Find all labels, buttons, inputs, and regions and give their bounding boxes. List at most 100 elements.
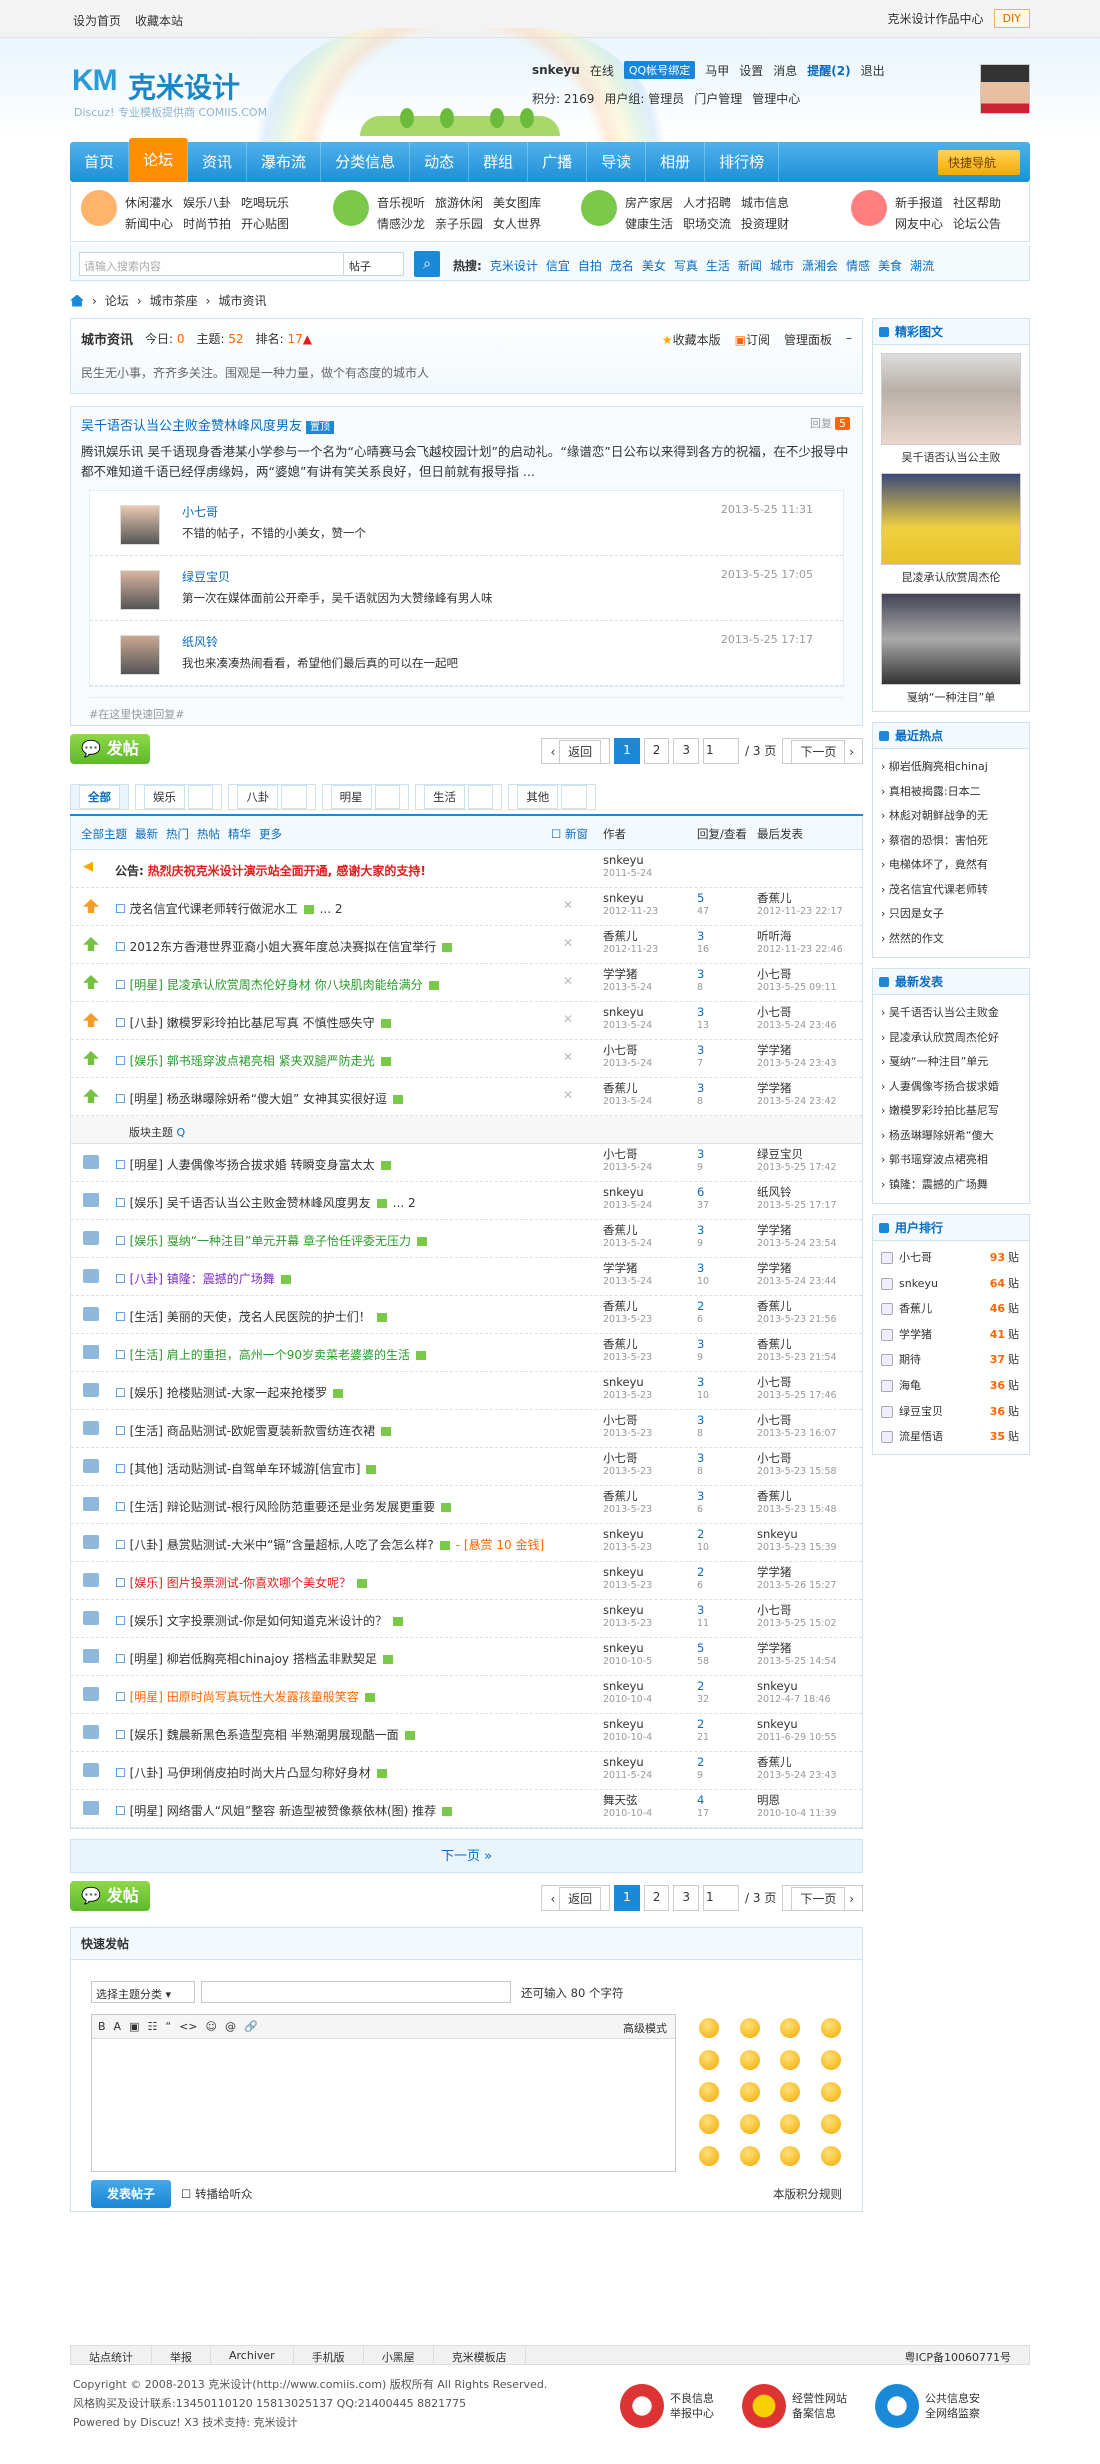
thread-title[interactable]: ☐ [娱乐] 吴千语否认当公主败金赞林峰风度男友... 2 bbox=[115, 1194, 416, 1211]
last-post[interactable]: 小七哥 2013-5-23 16:07 bbox=[757, 1414, 837, 1440]
sticky-thread-row[interactable]: ☐ 茂名信宜代课老师转行做泥水工... 2 ✕ snkeyu 2012-11-23 5 4… bbox=[71, 888, 862, 926]
last-poster[interactable]: 小七哥 bbox=[757, 1603, 792, 1617]
quick-nav-button[interactable]: 快捷导航 bbox=[937, 150, 1020, 175]
last-post[interactable]: 绿豆宝贝 2013-5-25 17:42 bbox=[757, 1148, 837, 1174]
page-3[interactable]: 3 bbox=[673, 1885, 700, 1911]
thread-row[interactable]: ☐ [八卦] 马伊琍俏皮拍时尚大片凸显匀称好身材 snkeyu 2011-5-24 2… bbox=[71, 1752, 862, 1790]
author-name[interactable]: 香蕉儿 bbox=[603, 1337, 638, 1351]
username[interactable]: snkeyu bbox=[532, 63, 580, 77]
hot-search-link[interactable]: 新闻 bbox=[738, 257, 762, 274]
thread-filter[interactable]: 最新 bbox=[135, 826, 158, 842]
thread-title-text[interactable]: [生活] 商品贴测试-欧妮雪夏装新款雪纺连衣裙 bbox=[130, 1424, 376, 1438]
thread-title-text[interactable]: [明星] 昆凌承认欣赏周杰伦好身材 你八块肌肉能给满分 bbox=[130, 978, 423, 992]
thread-title[interactable]: ☐ 2012东方香港世界亚裔小姐大赛年度总决赛拟在信宜举行 bbox=[115, 938, 453, 955]
editor-tool[interactable]: 🔗 bbox=[244, 2020, 258, 2033]
sticky-thread-row[interactable]: ☐ [八卦] 嫩模罗彩玲拍比基尼写真 不慎性感失守 ✕ snkeyu 2013-5-2… bbox=[71, 1002, 862, 1040]
icp-link[interactable]: 粤ICP备10060771号 bbox=[886, 2346, 1029, 2364]
subnav-link[interactable]: 美女图库 bbox=[493, 194, 541, 211]
topic-type-select[interactable]: 选择主题分类 ▾ bbox=[91, 1981, 195, 2003]
thread-author[interactable]: 舞天弦 2010-10-4 bbox=[603, 1794, 652, 1820]
last-post[interactable]: 香蕉儿 2013-5-23 21:54 bbox=[757, 1338, 837, 1364]
thread-row[interactable]: ☐ [娱乐] 文字投票测试-你是如何知道克米设计的？ snkeyu 2013-5-2… bbox=[71, 1600, 862, 1638]
author-name[interactable]: 小七哥 bbox=[603, 1413, 638, 1427]
thread-title-text[interactable]: [娱乐] 图片投票测试-你喜欢哪个美女呢？ bbox=[130, 1576, 352, 1590]
subnav-link[interactable]: 旅游休闲 bbox=[435, 194, 483, 211]
thread-author[interactable]: snkeyu 2013-5-23 bbox=[603, 1604, 652, 1630]
nav-item[interactable]: 群组 bbox=[469, 142, 529, 182]
sidebar-link-text[interactable]: 蔡宿的恐惧：害怕死 bbox=[889, 834, 988, 847]
rank-item[interactable]: 流星悟语 35 贴 bbox=[879, 1424, 1023, 1450]
category-tab[interactable]: 全部 bbox=[70, 784, 129, 810]
rank-name[interactable]: 学学猪 bbox=[899, 1328, 932, 1341]
last-poster[interactable]: 香蕉儿 bbox=[757, 1755, 792, 1769]
points-link[interactable]: 积分: 2169 bbox=[532, 90, 594, 107]
thread-row[interactable]: ☐ [明星] 田原时尚写真玩性大发露孩童般笑容 snkeyu 2010-10-4 2 3… bbox=[71, 1676, 862, 1714]
subnav-link[interactable]: 新闻中心 bbox=[125, 215, 173, 232]
rank-item[interactable]: 海龟 36 贴 bbox=[879, 1373, 1023, 1399]
manage-center-link[interactable]: 管理中心 bbox=[752, 90, 800, 107]
thread-title[interactable]: ☐ [明星] 杨丞琳曝除妍希“傻大姐” 女神其实很好逗 bbox=[115, 1090, 404, 1107]
crumb-board[interactable]: 城市资讯 bbox=[218, 292, 266, 309]
last-poster[interactable]: 小七哥 bbox=[757, 1413, 792, 1427]
message-editor[interactable]: B A ▣ ☷ “ <> ☺ @ 🔗 高级模式 bbox=[91, 2014, 676, 2172]
last-post[interactable]: 明恩 2010-10-4 11:39 bbox=[757, 1794, 837, 1820]
search-type-select[interactable]: 帖子 bbox=[344, 252, 404, 276]
last-poster[interactable]: 小七哥 bbox=[757, 1005, 792, 1019]
thread-row[interactable]: ☐ [生活] 肩上的重担，高州一个90岁卖菜老婆婆的生活 香蕉儿 2013-5-23… bbox=[71, 1334, 862, 1372]
set-home-link[interactable]: 设为首页 bbox=[73, 14, 121, 28]
thread-title[interactable]: ☐ [八卦] 悬赏贴测试-大米中“镉”含量超标,人吃了会怎么样? - [悬赏 10… bbox=[115, 1536, 544, 1553]
rank-item[interactable]: snkeyu 64 贴 bbox=[879, 1271, 1023, 1297]
thread-title[interactable]: ☐ [明星] 柳岩低胸亮相chinajoy 搭档孟非默契足 bbox=[115, 1650, 393, 1667]
author-name[interactable]: snkeyu bbox=[603, 1527, 644, 1541]
thread-title[interactable]: ☐ [八卦] 嫩模罗彩玲拍比基尼写真 不慎性感失守 bbox=[115, 1014, 391, 1031]
thread-pages[interactable]: ... 2 bbox=[393, 1196, 416, 1210]
thread-row[interactable]: ☐ [明星] 柳岩低胸亮相chinajoy 搭档孟非默契足 snkeyu 2010-… bbox=[71, 1638, 862, 1676]
author-name[interactable]: snkeyu bbox=[603, 1005, 644, 1019]
thread-title-text[interactable]: [娱乐] 戛纳“一种注目”单元开幕 章子怡任评委无压力 bbox=[130, 1234, 411, 1248]
thread-title-text[interactable]: [明星] 杨丞琳曝除妍希“傻大姐” 女神其实很好逗 bbox=[130, 1092, 387, 1106]
tips-link[interactable]: 提醒(2) bbox=[807, 62, 850, 79]
portal-manage-link[interactable]: 门户管理 bbox=[694, 90, 742, 107]
author-name[interactable]: snkeyu bbox=[603, 1185, 644, 1199]
security-badge[interactable]: 公共信息安 全网络监察 bbox=[875, 2384, 980, 2428]
last-poster[interactable]: 纸风铃 bbox=[757, 1185, 792, 1199]
rank-item[interactable]: 期待 37 贴 bbox=[879, 1347, 1023, 1373]
author-name[interactable]: snkeyu bbox=[603, 1641, 644, 1655]
thread-title[interactable]: ☐ [生活] 肩上的重担，高州一个90岁卖菜老婆婆的生活 bbox=[115, 1346, 427, 1363]
nav-item[interactable]: 瀑布流 bbox=[247, 142, 322, 182]
announcement-row[interactable]: ◀ 公告: 热烈庆祝克米设计演示站全面开通, 感谢大家的支持! snkeyu 20… bbox=[71, 850, 862, 888]
sticky-thread-row[interactable]: ☐ [明星] 昆凌承认欣赏周杰伦好身材 你八块肌肉能给满分 ✕ 学学猪 2013-5-… bbox=[71, 964, 862, 1002]
nav-item[interactable]: 导读 bbox=[587, 142, 647, 182]
last-poster[interactable]: 香蕉儿 bbox=[757, 1299, 792, 1313]
author-name[interactable]: 小七哥 bbox=[603, 1451, 638, 1465]
back-button[interactable]: ‹ 返回 bbox=[541, 738, 611, 764]
sidebar-link-text[interactable]: 电梯体坏了，竟然有 bbox=[889, 858, 988, 871]
rank-item[interactable]: 小七哥 93 贴 bbox=[879, 1245, 1023, 1271]
last-post[interactable]: 香蕉儿 2013-5-23 21:56 bbox=[757, 1300, 837, 1326]
thread-title-text[interactable]: [娱乐] 魏晨新黑色系造型亮相 半熟潮男展现酷一面 bbox=[130, 1728, 399, 1742]
smiley-icon[interactable] bbox=[820, 2050, 841, 2070]
smiley-icon[interactable] bbox=[739, 2114, 760, 2134]
thread-author[interactable]: 香蕉儿 2013-5-23 bbox=[603, 1300, 652, 1326]
author-name[interactable]: 小七哥 bbox=[603, 1147, 638, 1161]
nav-item[interactable]: 动态 bbox=[410, 142, 470, 182]
favorite-forum-button[interactable]: ★收藏本版 bbox=[662, 331, 721, 348]
rank-name[interactable]: 流星悟语 bbox=[899, 1430, 943, 1443]
sticky-thread-row[interactable]: ☐ 2012东方香港世界亚裔小姐大赛年度总决赛拟在信宜举行 ✕ 香蕉儿 2012-11… bbox=[71, 926, 862, 964]
subnav-link[interactable]: 亲子乐园 bbox=[435, 215, 483, 232]
sidebar-link[interactable]: › 电梯体坏了，竟然有 bbox=[881, 853, 1021, 878]
thread-title-text[interactable]: [明星] 柳岩低胸亮相chinajoy 搭档孟非默契足 bbox=[130, 1652, 377, 1666]
qq-bind-button[interactable]: QQ帐号绑定 bbox=[623, 61, 696, 79]
hot-search-link[interactable]: 克米设计 bbox=[490, 257, 538, 274]
last-poster[interactable]: 学学猪 bbox=[757, 1043, 792, 1057]
author-name[interactable]: 学学猪 bbox=[603, 1261, 638, 1275]
thread-author[interactable]: snkeyu 2010-10-5 bbox=[603, 1642, 652, 1668]
hot-search-link[interactable]: 自拍 bbox=[578, 257, 602, 274]
back-button[interactable]: ‹ 返回 bbox=[541, 1885, 611, 1911]
author-name[interactable]: 香蕉儿 bbox=[603, 1081, 638, 1095]
thread-author[interactable]: snkeyu 2013-5-24 bbox=[603, 1186, 652, 1212]
rank-item[interactable]: 香蕉儿 46 贴 bbox=[879, 1296, 1023, 1322]
subnav-link[interactable]: 房产家居 bbox=[625, 194, 673, 211]
smiley-icon[interactable] bbox=[780, 2050, 800, 2070]
footer-link[interactable]: 手机版 bbox=[294, 2346, 364, 2364]
